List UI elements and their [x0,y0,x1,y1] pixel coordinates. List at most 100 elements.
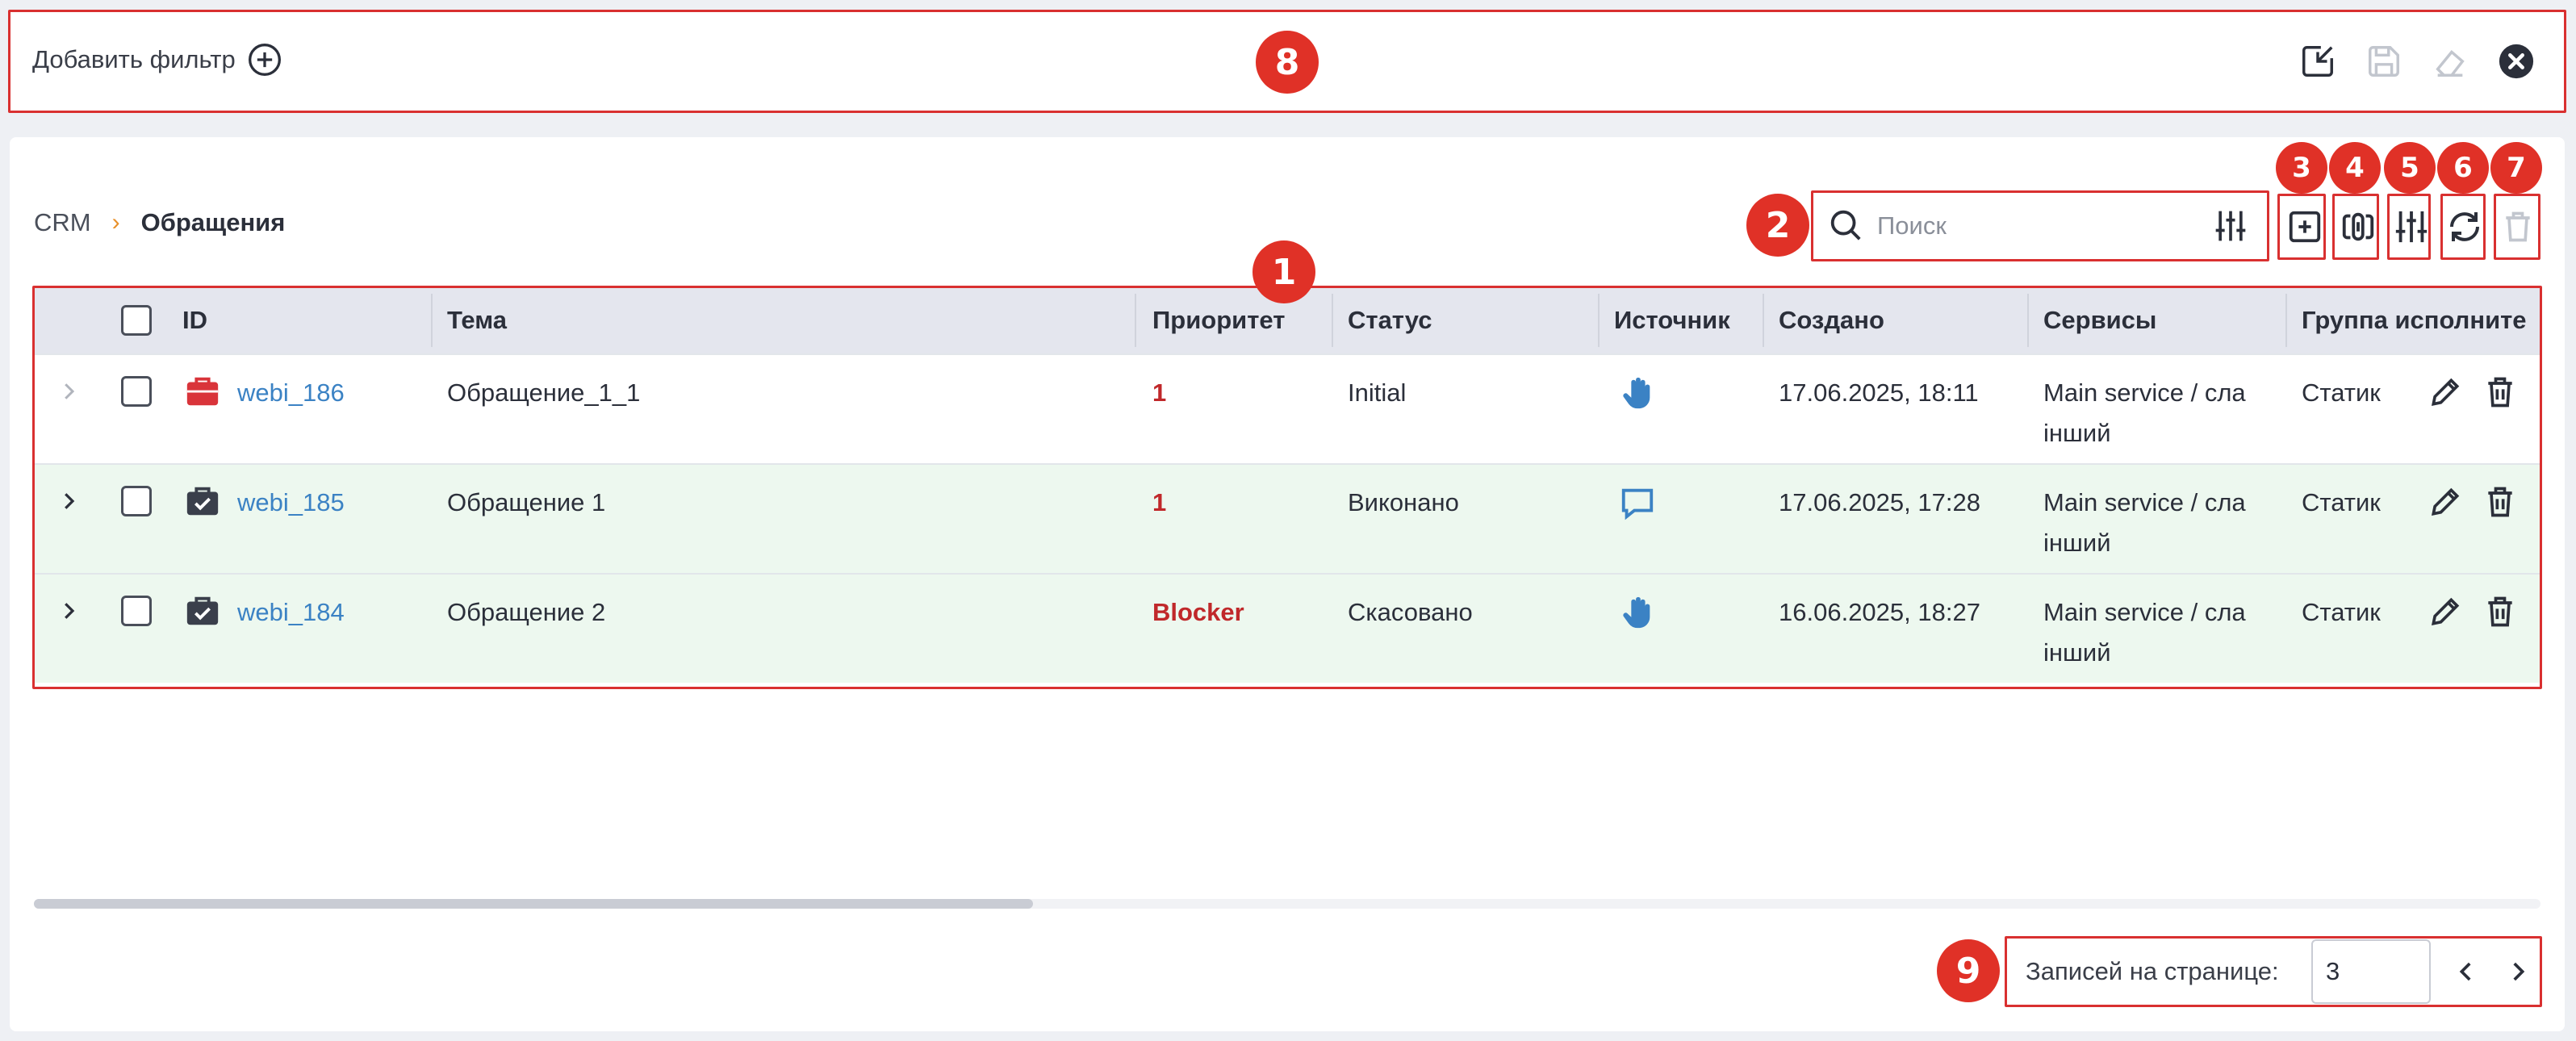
row-created: 17.06.2025, 17:28 [1779,488,1980,516]
save-icon[interactable] [2365,42,2403,81]
annotation-badge-delete: 7 [2490,142,2542,194]
column-divider [431,294,433,347]
expand-chevron-icon[interactable] [56,489,81,513]
column-header-status[interactable]: Статус [1348,287,1432,353]
delete-icon [2500,209,2536,245]
add-button[interactable] [2281,197,2329,257]
column-header-source[interactable]: Источник [1614,287,1730,353]
expand-chevron-icon[interactable] [56,379,81,403]
row-created: 16.06.2025, 18:27 [1779,598,1980,626]
row-topic: Обращение 2 [447,598,606,626]
column-divider [1598,294,1600,347]
hand-icon [1619,594,1656,631]
search-box [1813,192,2268,260]
briefcase-check-icon [184,483,221,520]
row-services-line2: інший [2043,419,2111,447]
edit-pencil-icon[interactable] [2428,374,2463,410]
row-id-link[interactable]: webi_186 [237,373,345,413]
breadcrumb-root[interactable]: CRM [34,208,91,237]
link-button[interactable] [2334,197,2382,257]
columns-settings-icon [2393,208,2430,245]
delete-row-icon[interactable] [2482,374,2518,410]
annotation-badge-filter-bar: 8 [1256,31,1319,94]
briefcase-red-icon [184,373,221,410]
column-header-id[interactable]: ID [182,287,207,353]
search-settings-icon[interactable] [2213,208,2248,244]
add-icon [2286,208,2323,245]
annotation-badge-link: 4 [2329,142,2381,194]
page-title: Обращения [140,208,286,236]
row-group: Статик [2302,488,2381,516]
search-input[interactable] [1877,203,2184,249]
column-header-created[interactable]: Создано [1779,287,1884,353]
annotation-badge-add: 3 [2276,142,2327,194]
row-id-link[interactable]: webi_185 [237,483,345,523]
select-all-checkbox[interactable] [121,305,152,336]
annotation-badge-columns: 5 [2384,142,2436,194]
column-header-services[interactable]: Сервисы [2043,287,2156,353]
row-services: Main service / сла [2043,488,2246,516]
annotation-badge-pagination: 9 [1937,939,2000,1002]
row-status: Виконано [1348,488,1459,516]
columns-settings-button[interactable] [2387,197,2436,257]
column-header-topic[interactable]: Тема [447,287,507,353]
row-created: 17.06.2025, 18:11 [1779,378,1979,407]
row-priority: 1 [1152,488,1167,516]
next-page-icon[interactable] [2499,952,2537,991]
row-checkbox[interactable] [121,596,152,626]
pagination: Записей на странице: 3 [2006,938,2540,1005]
annotation-badge-table: 1 [1252,240,1315,303]
row-services-line2: інший [2043,638,2111,667]
close-circle-icon[interactable] [2497,42,2536,81]
page-size-input[interactable]: 3 [2311,939,2431,1004]
row-checkbox[interactable] [121,486,152,516]
annotation-badge-refresh: 6 [2437,142,2489,194]
page-size-value: 3 [2326,957,2340,985]
delete-selected-button[interactable] [2494,197,2542,257]
row-services: Main service / сла [2043,378,2246,407]
search-icon [1827,207,1864,244]
column-divider [1135,294,1136,347]
briefcase-check-icon [184,592,221,629]
row-checkbox[interactable] [121,376,152,407]
breadcrumb: CRM › Обращения [34,208,285,237]
delete-row-icon[interactable] [2482,594,2518,629]
column-divider [2027,294,2029,347]
table-row[interactable]: webi_186 Обращение_1_1 1 Initial 17.06.2… [34,353,2540,463]
expand-chevron-icon[interactable] [56,599,81,623]
table-row[interactable]: webi_185 Обращение 1 1 Виконано 17.06.20… [34,463,2540,573]
row-services-line2: інший [2043,529,2111,557]
row-services: Main service / сла [2043,598,2246,626]
chat-icon [1619,484,1656,521]
breadcrumb-separator-icon: › [111,209,120,236]
column-divider [1332,294,1333,347]
row-priority: 1 [1152,378,1167,407]
column-header-group[interactable]: Группа исполните [2302,287,2527,353]
row-status: Скасовано [1348,598,1473,626]
refresh-icon [2445,207,2484,246]
horizontal-scrollbar-thumb[interactable] [34,899,1033,909]
table-row[interactable]: webi_184 Обращение 2 Blocker Скасовано 1… [34,573,2540,683]
annotation-badge-search: 2 [1746,194,1809,257]
page-size-label: Записей на странице: [2026,957,2279,985]
add-filter-label: Добавить фильтр [32,45,236,73]
hand-icon [1619,374,1656,412]
add-filter-button[interactable]: Добавить фильтр [32,42,282,77]
import-icon[interactable] [2298,42,2337,81]
edit-pencil-icon[interactable] [2428,484,2463,520]
row-status: Initial [1348,378,1407,407]
refresh-button[interactable] [2440,197,2489,257]
row-topic: Обращение 1 [447,488,606,516]
row-priority: Blocker [1152,598,1244,626]
requests-table: ID Тема Приоритет Статус Источник Создан… [34,287,2540,688]
row-group: Статик [2302,378,2381,407]
column-divider [2285,294,2287,347]
edit-pencil-icon[interactable] [2428,594,2463,629]
prev-page-icon[interactable] [2447,952,2486,991]
row-id-link[interactable]: webi_184 [237,592,345,633]
row-topic: Обращение_1_1 [447,378,641,407]
eraser-icon[interactable] [2431,42,2469,81]
plus-circle-icon [247,42,282,77]
row-group: Статик [2302,598,2381,626]
delete-row-icon[interactable] [2482,484,2518,520]
